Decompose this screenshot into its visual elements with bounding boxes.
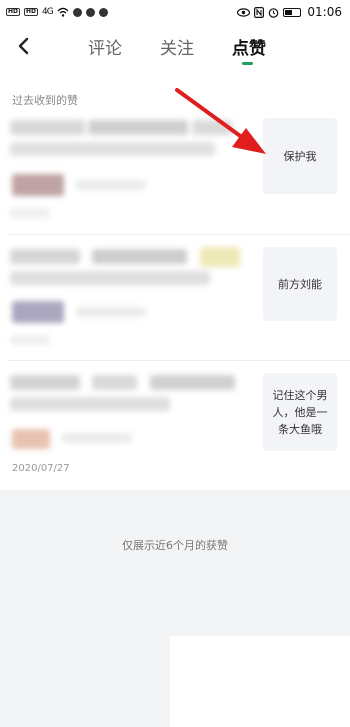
eye-icon [237, 7, 251, 17]
active-tab-indicator [242, 62, 253, 65]
back-arrow-icon[interactable] [12, 32, 36, 60]
blurred-avatar [12, 174, 64, 196]
blurred-text [76, 307, 146, 317]
app-notification-icon [72, 7, 82, 17]
app-notification-icon-2 [85, 7, 95, 17]
blurred-avatar [12, 429, 50, 449]
blurred-text [88, 120, 188, 135]
blurred-text [200, 247, 240, 267]
blurred-text [10, 375, 80, 390]
battery-icon [283, 7, 302, 17]
blurred-text [192, 120, 232, 135]
blurred-text [150, 375, 235, 390]
status-time: 01:06 [307, 5, 342, 19]
liked-content-text: 前方刘能 [278, 277, 322, 291]
list-item[interactable]: 保护我 [0, 112, 350, 234]
blurred-avatar [12, 301, 64, 323]
blurred-text [92, 375, 137, 390]
alarm-icon [269, 7, 279, 18]
wifi-icon [57, 7, 69, 17]
blurred-text [92, 249, 187, 264]
blurred-date [10, 208, 50, 218]
blurred-text [10, 397, 170, 411]
blurred-text [62, 433, 132, 443]
nav-bar: 评论 关注 点赞 [0, 24, 350, 72]
liked-content-thumb[interactable]: 记住这个男人，他是一条大鱼哦 [263, 373, 337, 451]
blurred-text [76, 180, 146, 190]
blurred-text [10, 142, 215, 156]
blurred-text [10, 120, 85, 135]
status-right: 01:06 [237, 5, 342, 19]
tab-likes[interactable]: 点赞 [232, 34, 266, 59]
liked-content-thumb[interactable]: 前方刘能 [263, 247, 337, 321]
list-item[interactable]: 记住这个男人，他是一条大鱼哦 [0, 361, 350, 476]
footer-overlay [170, 636, 350, 727]
tab-comments[interactable]: 评论 [88, 34, 122, 59]
status-bar: HD HD 4G 01:06 [0, 0, 350, 24]
liked-content-thumb[interactable]: 保护我 [263, 118, 337, 194]
tab-follow[interactable]: 关注 [160, 34, 194, 59]
app-notification-icon-3 [98, 7, 108, 17]
liked-content-text: 保护我 [283, 149, 317, 163]
blurred-text [10, 249, 80, 264]
network-hd-icon: HD [6, 8, 21, 16]
section-label: 过去收到的赞 [12, 94, 78, 107]
status-left: HD HD 4G [6, 7, 108, 17]
blurred-date [10, 335, 50, 345]
footer-text: 仅展示近6个月的获赞 [122, 539, 228, 552]
list-item[interactable]: 前方刘能 [0, 235, 350, 360]
network-hd-icon-2: HD [24, 8, 39, 16]
signal-text: 4G [42, 7, 54, 17]
liked-content-text: 记住这个男人，他是一条大鱼哦 [272, 388, 328, 436]
blurred-text [10, 271, 210, 285]
item-date: 2020/07/27 [12, 463, 70, 474]
nfc-icon [254, 6, 265, 18]
